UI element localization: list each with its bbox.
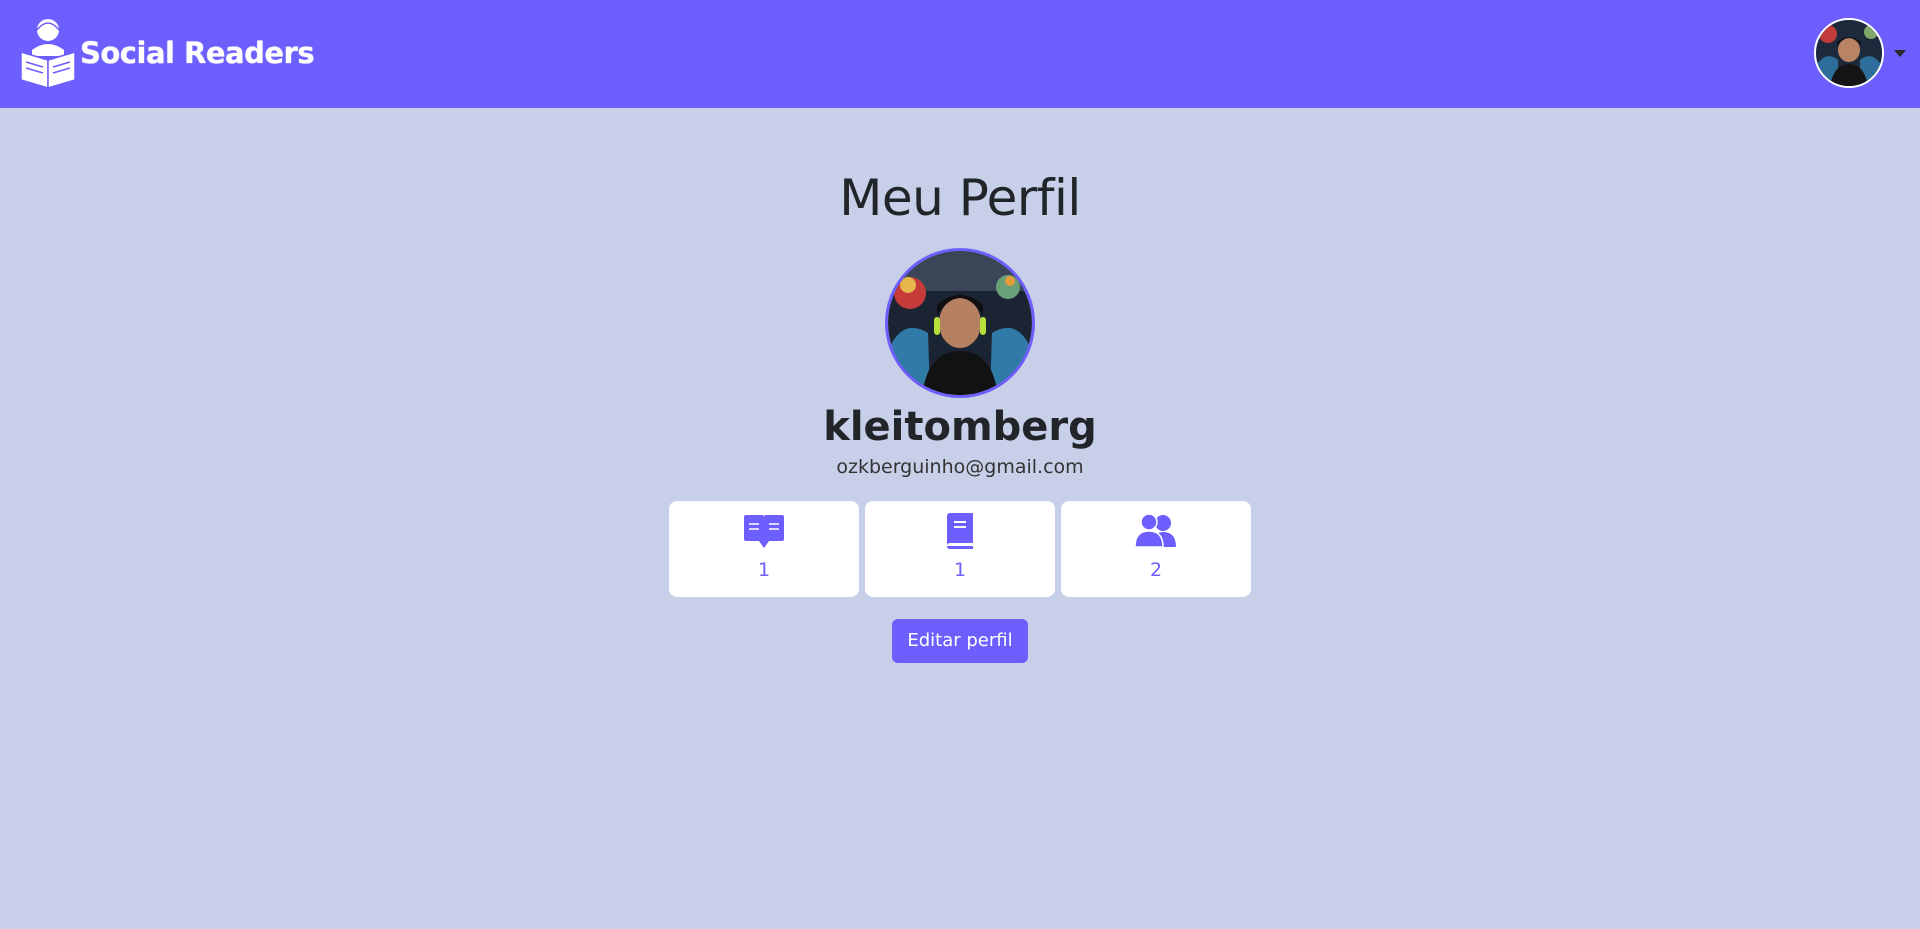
stat-card-books[interactable]: 1 (865, 500, 1055, 597)
open-book-icon (744, 514, 784, 548)
edit-profile-button[interactable]: Editar perfil (892, 618, 1028, 663)
users-icon (1134, 513, 1176, 548)
profile-photo (885, 248, 1035, 398)
stats-row: 1 1 2 (0, 500, 1920, 597)
brand-link[interactable]: Social Readers (18, 16, 315, 90)
book-icon (947, 512, 973, 549)
caret-down-icon (1894, 49, 1906, 57)
username: kleitomberg (823, 404, 1097, 450)
stat-value: 1 (757, 558, 771, 581)
profile-section: Meu Perfil kleitomberg ozkberguinho@gmai… (0, 108, 1920, 663)
stat-value: 2 (1149, 558, 1163, 581)
user-menu-toggle[interactable] (1814, 18, 1906, 88)
stat-value: 1 (953, 558, 967, 581)
page-title: Meu Perfil (839, 169, 1081, 227)
stat-card-reading[interactable]: 1 (669, 500, 859, 597)
user-email: ozkberguinho@gmail.com (836, 456, 1084, 478)
stat-card-friends[interactable]: 2 (1061, 500, 1251, 597)
user-avatar (1814, 18, 1884, 88)
brand-name: Social Readers (80, 36, 315, 70)
reader-book-logo (20, 19, 76, 90)
navbar: Social Readers (0, 0, 1920, 108)
